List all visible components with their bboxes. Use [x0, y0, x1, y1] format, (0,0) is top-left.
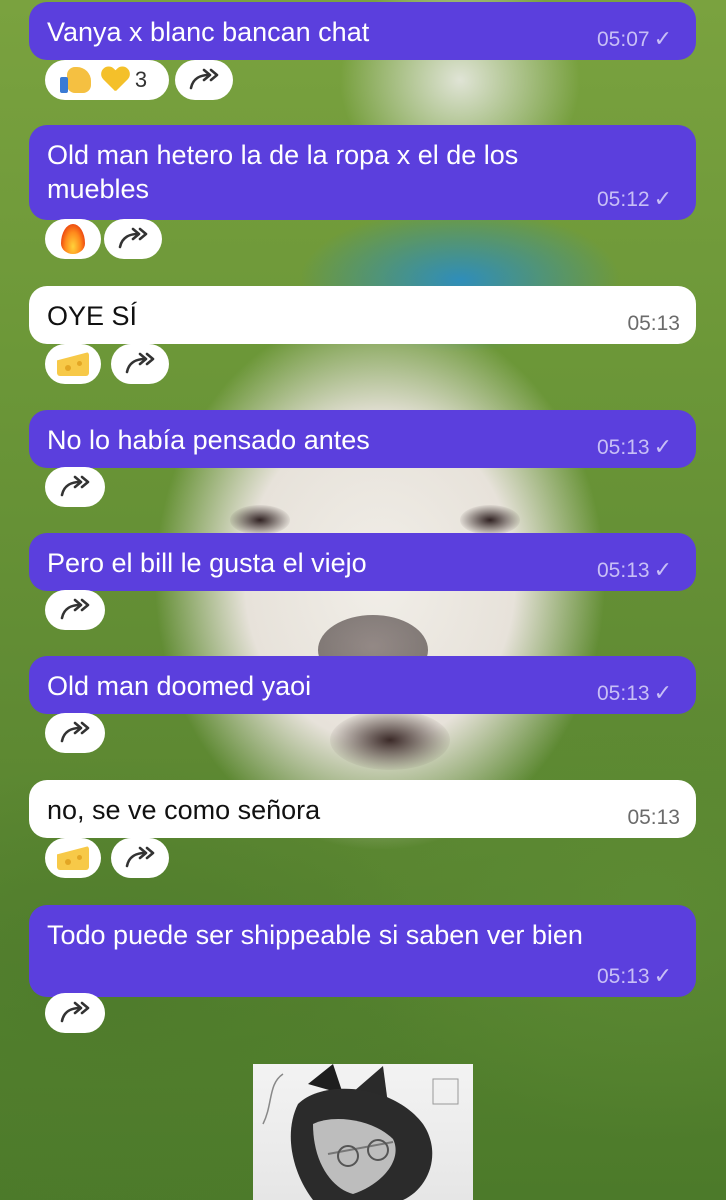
message-bubble-outgoing[interactable]: Old man hetero la de la ropa x el de los… — [29, 125, 696, 220]
message-text: Pero el bill le gusta el viejo — [47, 548, 367, 578]
forward-button[interactable] — [111, 838, 169, 878]
forward-button[interactable] — [45, 590, 105, 630]
forward-icon — [118, 227, 148, 249]
message-text: Todo puede ser shippeable si saben ver b… — [47, 920, 583, 950]
message-meta: 05:13 ✓ — [597, 435, 672, 460]
message-time: 05:07 — [597, 28, 650, 51]
forward-icon — [189, 68, 219, 90]
forward-button[interactable] — [104, 219, 162, 259]
forward-icon — [60, 475, 90, 497]
message-bubble-outgoing[interactable]: Vanya x blanc bancan chat 05:07 ✓ — [29, 2, 696, 60]
reaction-count: 3 — [134, 67, 148, 92]
thumbs-up-icon — [59, 67, 91, 93]
forward-icon — [60, 721, 90, 743]
forward-icon — [125, 846, 155, 868]
check-icon: ✓ — [653, 434, 672, 459]
reaction-pill[interactable] — [45, 219, 101, 259]
forward-button[interactable] — [45, 993, 105, 1033]
wallpaper-dog-mouth — [330, 710, 450, 770]
wallpaper-dog-eye-left — [230, 505, 290, 535]
message-time: 05:13 — [597, 559, 650, 582]
message-text: No lo había pensado antes — [47, 425, 370, 455]
message-time: 05:13 — [627, 312, 680, 335]
message-time: 05:12 — [597, 188, 650, 211]
check-icon: ✓ — [653, 963, 672, 988]
check-icon: ✓ — [653, 186, 672, 211]
forward-button[interactable] — [45, 713, 105, 753]
message-text: Old man doomed yaoi — [47, 671, 312, 701]
message-bubble-incoming[interactable]: no, se ve como señora 05:13 — [29, 780, 696, 838]
forward-button[interactable] — [45, 467, 105, 507]
message-text: no, se ve como señora — [47, 795, 321, 825]
wolf-sticker-drawing — [262, 1064, 459, 1200]
message-meta: 05:12 ✓ — [597, 187, 672, 212]
forward-button[interactable] — [175, 60, 233, 100]
reaction-pill[interactable]: 3 — [45, 60, 169, 100]
message-text: OYE SÍ — [47, 301, 138, 331]
sticker-image-message[interactable] — [253, 1064, 473, 1200]
wallpaper-dog-eye-right — [460, 505, 520, 535]
message-meta: 05:07 ✓ — [597, 27, 672, 52]
message-text: Old man hetero la de la ropa x el de los… — [47, 140, 519, 204]
message-meta: 05:13 ✓ — [597, 558, 672, 583]
message-time: 05:13 — [627, 806, 680, 829]
reaction-pill[interactable] — [45, 344, 101, 384]
message-text: Vanya x blanc bancan chat — [47, 17, 370, 47]
message-bubble-outgoing[interactable]: Pero el bill le gusta el viejo 05:13 ✓ — [29, 533, 696, 591]
check-icon: ✓ — [653, 26, 672, 51]
message-time: 05:13 — [597, 436, 650, 459]
yellow-heart-icon — [101, 67, 129, 93]
forward-icon — [60, 1001, 90, 1023]
check-icon: ✓ — [653, 680, 672, 705]
message-time: 05:13 — [597, 682, 650, 705]
message-meta: 05:13 — [627, 806, 680, 830]
fire-icon — [61, 224, 85, 254]
message-bubble-incoming[interactable]: OYE SÍ 05:13 — [29, 286, 696, 344]
message-meta: 05:13 — [627, 312, 680, 336]
cheese-icon — [57, 846, 89, 870]
check-icon: ✓ — [653, 557, 672, 582]
message-bubble-outgoing[interactable]: Todo puede ser shippeable si saben ver b… — [29, 905, 696, 997]
forward-icon — [125, 352, 155, 374]
forward-icon — [60, 598, 90, 620]
reaction-pill[interactable] — [45, 838, 101, 878]
cheese-icon — [57, 352, 89, 376]
message-meta: 05:13 ✓ — [597, 681, 672, 706]
message-bubble-outgoing[interactable]: Old man doomed yaoi 05:13 ✓ — [29, 656, 696, 714]
message-bubble-outgoing[interactable]: No lo había pensado antes 05:13 ✓ — [29, 410, 696, 468]
message-meta: 05:13 ✓ — [597, 964, 672, 989]
message-time: 05:13 — [597, 965, 650, 988]
forward-button[interactable] — [111, 344, 169, 384]
